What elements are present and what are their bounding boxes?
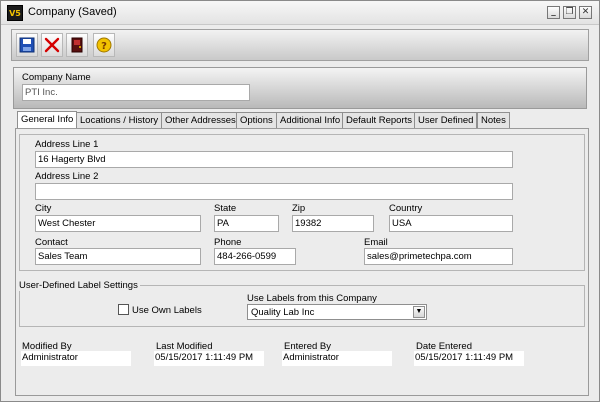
tab-general-info[interactable]: General Info xyxy=(17,111,78,129)
address2-field[interactable] xyxy=(35,183,513,200)
toolbar: ? xyxy=(11,29,589,61)
modified-by-value: Administrator xyxy=(21,351,131,366)
floppy-disk-icon xyxy=(19,37,35,53)
address1-field[interactable]: 16 Hagerty Blvd xyxy=(35,151,513,168)
company-name-label: Company Name xyxy=(22,72,91,83)
tab-other-addresses[interactable]: Other Addresses xyxy=(161,112,240,128)
restore-button[interactable]: ❐ xyxy=(563,6,576,19)
state-label: State xyxy=(214,203,237,214)
zip-label: Zip xyxy=(292,203,306,214)
address2-label: Address Line 2 xyxy=(35,171,99,182)
city-field[interactable]: West Chester xyxy=(35,215,201,232)
country-field[interactable]: USA xyxy=(389,215,513,232)
app-logo-icon: V5 xyxy=(7,5,23,21)
use-own-labels-checkbox[interactable] xyxy=(118,304,129,315)
company-name-field[interactable]: PTI Inc. xyxy=(22,84,250,101)
tab-user-defined[interactable]: User Defined xyxy=(414,112,478,128)
address1-label: Address Line 1 xyxy=(35,139,99,150)
email-field[interactable]: sales@primetechpa.com xyxy=(364,248,513,265)
contact-field[interactable]: Sales Team xyxy=(35,248,201,265)
company-window: V5 Company (Saved) _ ❐ ✕ ? Company Name … xyxy=(0,0,600,402)
labels-company-value: Quality Lab Inc xyxy=(251,307,315,318)
last-modified-value: 05/15/2017 1:11:49 PM xyxy=(154,351,264,366)
minimize-button[interactable]: _ xyxy=(547,6,560,19)
save-button[interactable] xyxy=(16,33,38,57)
use-own-labels-label: Use Own Labels xyxy=(132,305,202,316)
phone-label: Phone xyxy=(214,237,242,248)
tab-notes[interactable]: Notes xyxy=(477,112,510,128)
door-icon xyxy=(71,37,83,53)
help-button[interactable]: ? xyxy=(93,33,115,57)
label-settings-legend: User-Defined Label Settings xyxy=(17,280,140,291)
zip-field[interactable]: 19382 xyxy=(292,215,374,232)
company-name-panel: Company Name PTI Inc. xyxy=(13,67,587,109)
window-title: Company (Saved) xyxy=(28,6,117,18)
labels-company-select[interactable]: Quality Lab Inc ▼ xyxy=(247,304,427,320)
tab-default-reports[interactable]: Default Reports xyxy=(342,112,417,128)
delete-button[interactable] xyxy=(41,33,63,57)
entered-by-value: Administrator xyxy=(282,351,392,366)
phone-field[interactable]: 484-266-0599 xyxy=(214,248,296,265)
country-label: Country xyxy=(389,203,423,214)
contact-label: Contact xyxy=(35,237,68,248)
email-label: Email xyxy=(364,237,388,248)
tab-additional-info[interactable]: Additional Info xyxy=(276,112,345,128)
labels-from-company-label: Use Labels from this Company xyxy=(247,293,377,304)
close-window-button[interactable]: ✕ xyxy=(579,6,592,19)
tab-options[interactable]: Options xyxy=(236,112,277,128)
city-label: City xyxy=(35,203,52,214)
date-entered-value: 05/15/2017 1:11:49 PM xyxy=(414,351,524,366)
tab-locations-history[interactable]: Locations / History xyxy=(76,112,163,128)
state-field[interactable]: PA xyxy=(214,215,279,232)
title-bar[interactable]: V5 Company (Saved) _ ❐ ✕ xyxy=(1,1,599,25)
chevron-down-icon[interactable]: ▼ xyxy=(413,306,425,318)
red-x-icon xyxy=(44,37,60,53)
help-icon: ? xyxy=(96,37,112,53)
svg-text:?: ? xyxy=(101,41,107,52)
exit-button[interactable] xyxy=(66,33,88,57)
